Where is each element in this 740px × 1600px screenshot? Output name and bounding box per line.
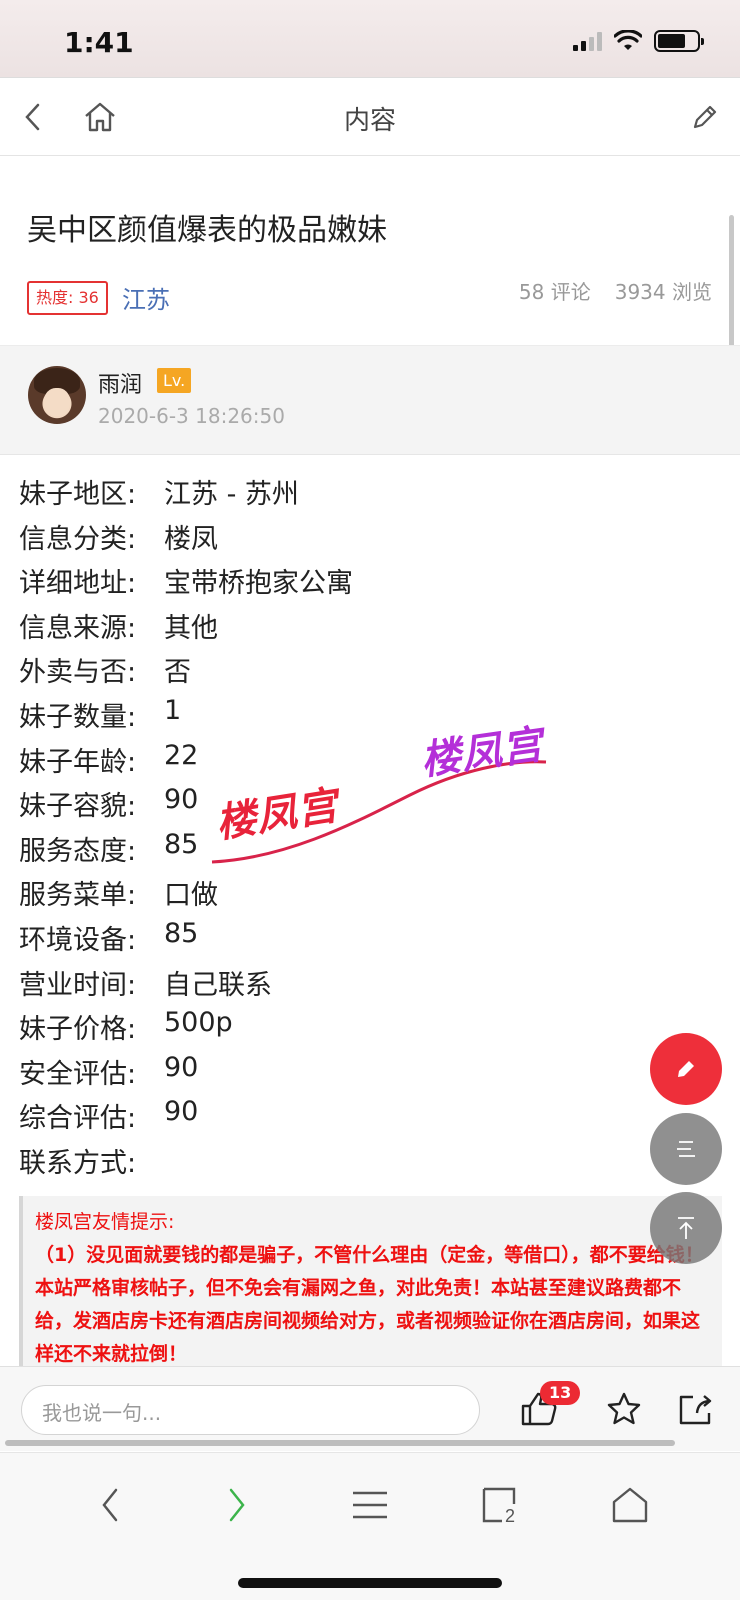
- info-value: 85: [164, 828, 199, 860]
- info-value: 自己联系: [164, 969, 272, 1001]
- post-date: 2020-6-3 18:26:50: [98, 404, 285, 428]
- comment-bar: 我也说一句... 13: [0, 1366, 740, 1451]
- info-key: 妹子价格:: [19, 1014, 137, 1046]
- pencil-icon: [678, 1061, 694, 1077]
- info-value: 90: [164, 1096, 199, 1128]
- info-key: 服务菜单:: [19, 880, 137, 912]
- author-name[interactable]: 雨润: [98, 367, 142, 399]
- notice-body: （1）没见面就要钱的都是骗子，不管什么理由（定金，等借口），都不要给钱！本站严格…: [35, 1244, 704, 1365]
- browser-back-button[interactable]: [80, 1475, 140, 1535]
- info-value: 90: [164, 1051, 199, 1083]
- info-row: 外卖与否: 否: [19, 650, 353, 695]
- home-icon: [612, 1487, 648, 1523]
- status-icons: [573, 30, 704, 52]
- browser-tabs-button[interactable]: 2: [470, 1475, 530, 1535]
- region-link[interactable]: 江苏: [122, 280, 170, 315]
- avatar[interactable]: [28, 366, 86, 424]
- list-icon: [677, 1141, 695, 1157]
- scrollbar[interactable]: [729, 215, 734, 360]
- edit-post-button[interactable]: [680, 92, 730, 142]
- info-row: 安全评估: 90: [19, 1052, 353, 1097]
- comment-input[interactable]: 我也说一句...: [21, 1385, 480, 1435]
- page-title: 内容: [343, 106, 396, 136]
- comment-count: 58 评论: [518, 280, 591, 304]
- author-card: 雨润 Lv. 2020-6-3 18:26:50: [0, 345, 740, 455]
- signal-icon: [573, 31, 602, 51]
- info-value: 22: [164, 739, 199, 771]
- info-key: 信息来源:: [19, 612, 137, 644]
- info-key: 妹子容貌:: [19, 791, 137, 823]
- share-button[interactable]: [670, 1383, 722, 1435]
- info-value: 宝带桥抱家公寓: [164, 568, 353, 600]
- info-key: 外卖与否:: [19, 657, 137, 689]
- menu-icon: [353, 1491, 387, 1519]
- info-row: 妹子价格: 500p: [19, 1007, 353, 1052]
- info-key: 信息分类:: [19, 523, 137, 555]
- info-key: 妹子数量:: [19, 701, 137, 733]
- chevron-left-icon: [102, 1488, 118, 1522]
- chevron-right-icon: [229, 1488, 245, 1522]
- info-key: 妹子年龄:: [19, 746, 137, 778]
- view-count: 3934 浏览: [614, 280, 712, 304]
- info-row: 详细地址: 宝带桥抱家公寓: [19, 561, 353, 606]
- info-value: 否: [164, 657, 191, 689]
- info-key: 营业时间:: [19, 969, 137, 1001]
- notice-title: 楼凤宫友情提示:: [35, 1211, 175, 1233]
- info-row: 信息分类: 楼凤: [19, 517, 353, 562]
- info-key: 联系方式:: [19, 1147, 137, 1179]
- share-icon: [679, 1395, 712, 1425]
- horizontal-scrollbar[interactable]: [5, 1440, 675, 1446]
- battery-icon: [654, 30, 704, 52]
- post-title: 吴中区颜值爆表的极品嫩妹: [27, 213, 387, 248]
- table-of-contents-button[interactable]: [650, 1113, 722, 1185]
- info-value: 其他: [164, 612, 218, 644]
- level-badge: Lv.: [157, 368, 192, 393]
- info-value: 口做: [164, 880, 218, 912]
- post-stats: 58 评论 3934 浏览: [519, 276, 712, 305]
- info-key: 服务态度:: [19, 835, 137, 867]
- info-value: 江苏 - 苏州: [164, 479, 299, 510]
- home-indicator[interactable]: [238, 1578, 502, 1588]
- info-value: 500p: [164, 1007, 233, 1039]
- status-bar: 1:41: [0, 0, 740, 78]
- info-key: 详细地址:: [19, 568, 137, 600]
- info-key: 妹子地区:: [19, 479, 137, 510]
- star-icon: [607, 1392, 641, 1425]
- notice-box: 楼凤宫友情提示: （1）没见面就要钱的都是骗子，不管什么理由（定金，等借口），都…: [19, 1196, 722, 1366]
- info-row: 服务菜单: 口做: [19, 873, 353, 918]
- tabs-count: 2: [505, 1506, 515, 1524]
- info-value: 90: [164, 784, 199, 816]
- info-row: 环境设备: 85: [19, 918, 353, 963]
- info-row: 妹子数量: 1: [19, 695, 353, 740]
- tabs-icon: 2: [482, 1487, 516, 1524]
- back-to-top-button[interactable]: [650, 1192, 722, 1264]
- info-key: 环境设备:: [19, 924, 137, 956]
- status-time: 1:41: [64, 26, 134, 59]
- info-key: 综合评估:: [19, 1103, 137, 1135]
- wifi-icon: [614, 30, 642, 50]
- browser-forward-button[interactable]: [207, 1475, 267, 1535]
- pencil-icon: [693, 105, 717, 129]
- info-row: 综合评估: 90: [19, 1096, 353, 1141]
- browser-menu-button[interactable]: [340, 1475, 400, 1535]
- write-comment-button[interactable]: [650, 1033, 722, 1105]
- arrow-top-icon: [678, 1217, 694, 1239]
- favorite-button[interactable]: [598, 1383, 650, 1435]
- info-value: 楼凤: [164, 523, 218, 555]
- info-row: 妹子地区: 江苏 - 苏州: [19, 472, 353, 517]
- info-row: 联系方式:: [19, 1141, 353, 1186]
- like-count-badge: 13: [540, 1381, 581, 1405]
- info-key: 安全评估:: [19, 1058, 137, 1090]
- browser-home-button[interactable]: [600, 1475, 660, 1535]
- heat-badge: 热度: 36: [27, 281, 108, 315]
- info-row: 信息来源: 其他: [19, 606, 353, 651]
- info-value: 1: [164, 694, 182, 726]
- info-value: 85: [164, 917, 199, 949]
- info-row: 营业时间: 自己联系: [19, 963, 353, 1008]
- nav-header: 内容: [0, 78, 740, 156]
